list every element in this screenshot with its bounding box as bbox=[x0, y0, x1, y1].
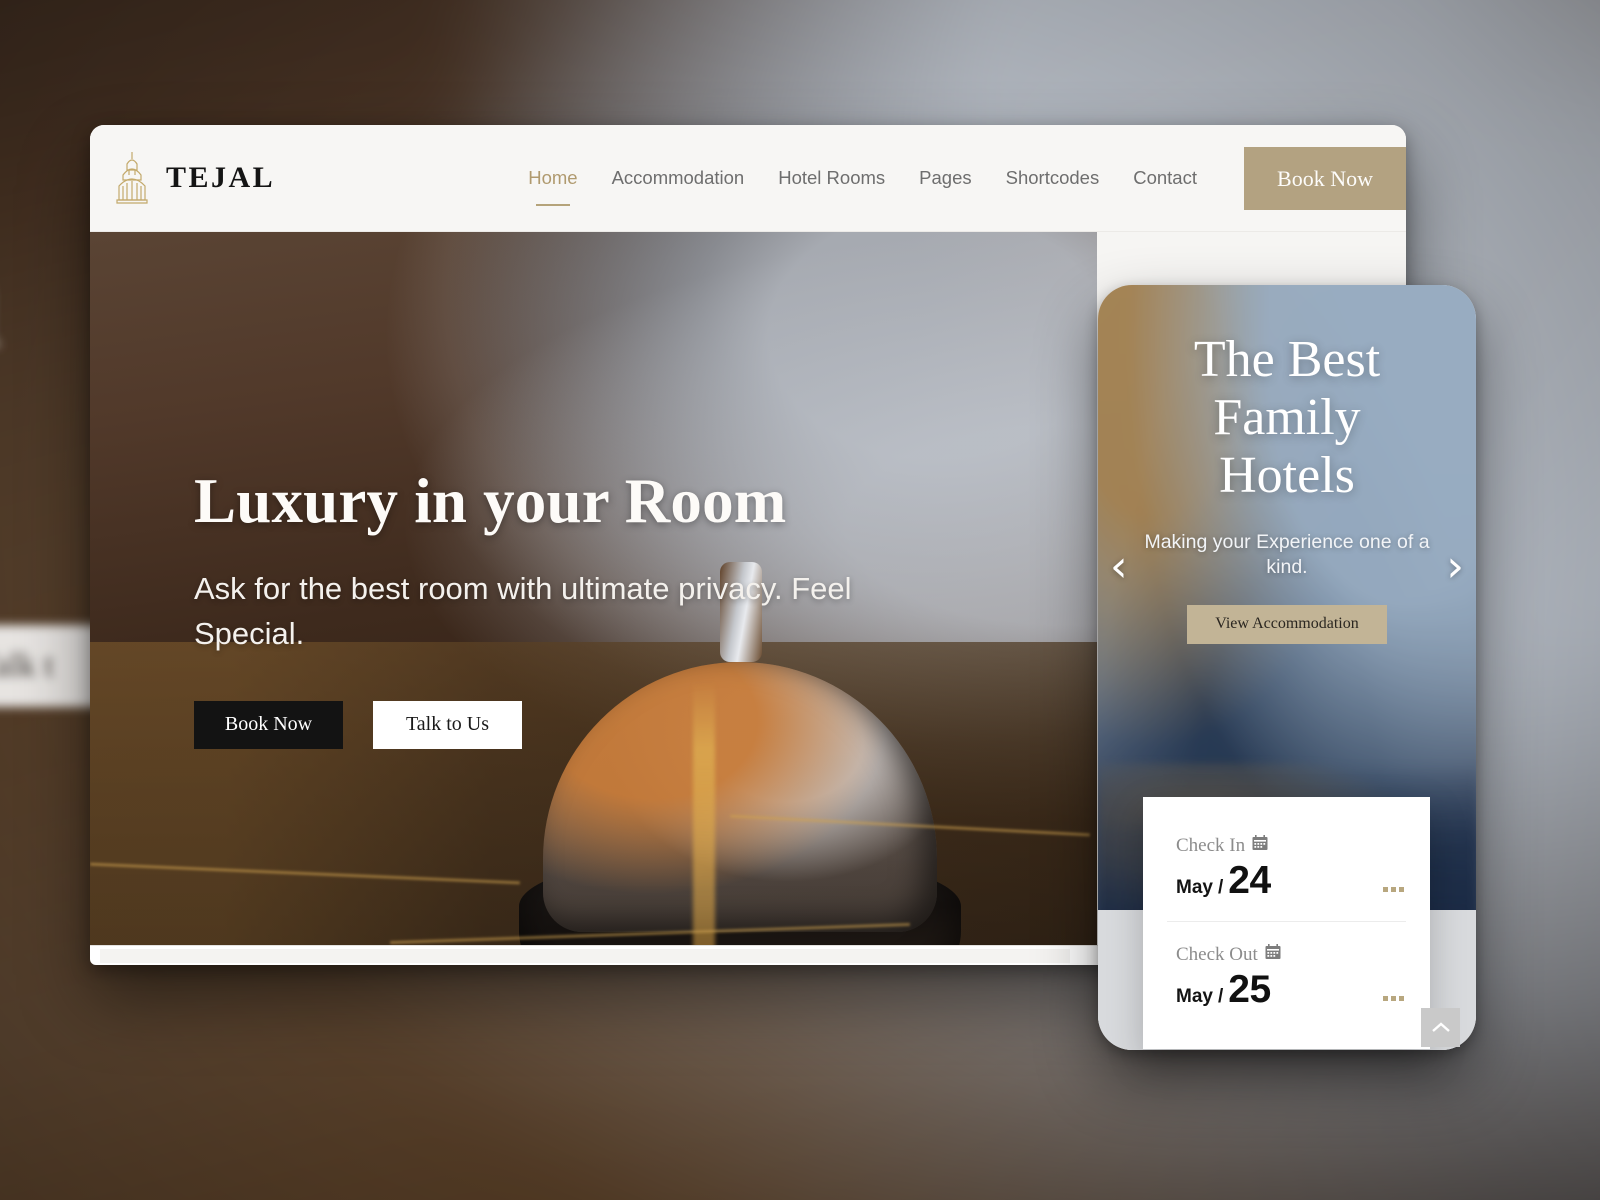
check-in-month: May bbox=[1176, 877, 1213, 898]
nav-item-home[interactable]: Home bbox=[511, 167, 594, 189]
site-header: TEJAL Home Accommodation Hotel Rooms Pag… bbox=[90, 125, 1406, 232]
main-navigation: Home Accommodation Hotel Rooms Pages Sho… bbox=[511, 167, 1276, 189]
brand-name: TEJAL bbox=[166, 161, 276, 194]
building-logo-icon bbox=[116, 152, 148, 204]
more-options-icon[interactable] bbox=[1383, 996, 1404, 1001]
nav-item-contact[interactable]: Contact bbox=[1116, 167, 1214, 189]
check-in-value[interactable]: May / 24 bbox=[1176, 861, 1406, 900]
booking-card-divider bbox=[1167, 921, 1406, 922]
calendar-icon bbox=[1252, 835, 1268, 857]
site-viewport: Luxury in your Room Ask for the best roo… bbox=[90, 232, 1097, 965]
phone-heading-line-3: Hotels bbox=[1219, 447, 1355, 505]
hero-heading: Luxury in your Room bbox=[194, 466, 787, 536]
nav-item-shortcodes[interactable]: Shortcodes bbox=[989, 167, 1117, 189]
check-out-value[interactable]: May / 25 bbox=[1176, 970, 1406, 1009]
check-out-day: 25 bbox=[1228, 968, 1271, 1011]
check-in-label: Check In bbox=[1176, 835, 1246, 856]
check-out-month: May bbox=[1176, 986, 1213, 1007]
check-in-label-group: Check In bbox=[1176, 835, 1406, 857]
carousel-prev-arrow[interactable]: ‹ bbox=[1110, 545, 1128, 589]
hero-subheading: Ask for the best room with ultimate priv… bbox=[194, 571, 852, 651]
scroll-to-top-button[interactable] bbox=[1421, 1008, 1460, 1047]
nav-item-hotel-rooms[interactable]: Hotel Rooms bbox=[761, 167, 902, 189]
calendar-icon bbox=[1265, 944, 1281, 966]
background-ghost-button-label: Talk t bbox=[0, 647, 54, 684]
hero-content: Luxury in your Room Ask for the best roo… bbox=[194, 467, 874, 749]
check-out-row[interactable]: Check Out May / 25 bbox=[1176, 944, 1406, 1009]
view-accommodation-button[interactable]: View Accommodation bbox=[1187, 604, 1387, 644]
carousel-next-arrow[interactable]: › bbox=[1446, 545, 1464, 589]
check-out-label: Check Out bbox=[1176, 944, 1258, 965]
hero-talk-to-us-button[interactable]: Talk to Us bbox=[373, 700, 522, 749]
phone-heading-line-2: Family bbox=[1213, 389, 1361, 447]
screenshot-stage: y in est Spe Talk t bbox=[0, 0, 1600, 1200]
booking-card: Check In May / 24 Check Out May / 25 bbox=[1143, 797, 1430, 1049]
more-options-icon[interactable] bbox=[1383, 887, 1404, 892]
chevron-up-icon bbox=[1431, 1021, 1450, 1032]
check-in-row[interactable]: Check In May / 24 bbox=[1176, 835, 1406, 900]
nav-item-pages[interactable]: Pages bbox=[902, 167, 988, 189]
horizontal-scrollbar-thumb[interactable] bbox=[100, 949, 1070, 963]
hero-button-group: Book Now Talk to Us bbox=[194, 700, 874, 749]
hero-book-now-button[interactable]: Book Now bbox=[194, 700, 343, 749]
phone-heading-line-1: The Best bbox=[1193, 331, 1381, 388]
background-ghost-heading: y in bbox=[0, 210, 3, 382]
phone-hero-heading: The Best Family Hotels bbox=[1098, 331, 1476, 506]
check-in-day: 24 bbox=[1228, 859, 1271, 902]
phone-hero-subheading: Making your Experience one of a kind. bbox=[1144, 530, 1430, 578]
phone-hero-content: The Best Family Hotels Making your Exper… bbox=[1098, 331, 1476, 644]
check-in-separator: / bbox=[1217, 877, 1224, 898]
nav-item-accommodation[interactable]: Accommodation bbox=[595, 167, 762, 189]
check-out-label-group: Check Out bbox=[1176, 944, 1406, 966]
header-book-now-button[interactable]: Book Now bbox=[1244, 147, 1406, 210]
brand-logo[interactable]: TEJAL bbox=[112, 150, 275, 206]
check-out-separator: / bbox=[1217, 986, 1224, 1007]
